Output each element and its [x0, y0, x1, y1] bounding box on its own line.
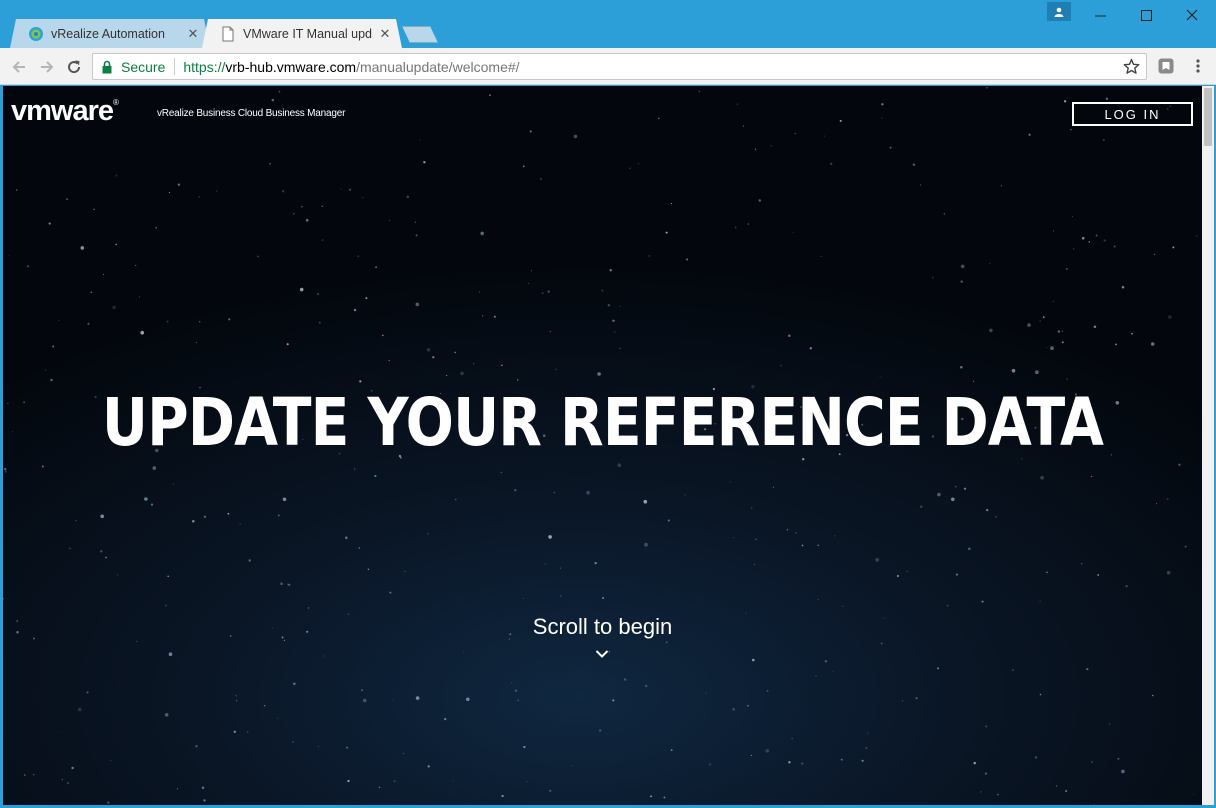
bookmark-star-icon[interactable] — [1123, 58, 1140, 75]
minimize-button[interactable] — [1077, 0, 1123, 30]
menu-icon[interactable] — [1190, 56, 1206, 76]
browser-window: vRealize Automation ✕ VMware IT Manual u… — [0, 0, 1216, 808]
logo-mark: ® — [113, 98, 119, 107]
lock-icon — [102, 60, 112, 73]
maximize-button[interactable] — [1123, 0, 1169, 30]
chevron-down-icon[interactable] — [595, 649, 609, 659]
extension-icon[interactable] — [1158, 58, 1174, 74]
browser-toolbar: Secure https://vrb-hub.vmware.com/manual… — [0, 48, 1216, 85]
tab-label: VMware IT Manual update — [243, 26, 372, 41]
tab-vmware-manual-update[interactable]: VMware IT Manual update ✕ — [202, 19, 402, 48]
title-bar: vRealize Automation ✕ VMware IT Manual u… — [0, 0, 1216, 48]
reload-button[interactable] — [63, 56, 85, 78]
forward-arrow-icon — [41, 61, 54, 73]
new-tab-button[interactable] — [402, 26, 438, 43]
close-window-button[interactable] — [1169, 0, 1215, 30]
login-button[interactable]: LOG IN — [1072, 102, 1193, 126]
back-arrow-icon — [12, 61, 25, 73]
page-title: UPDATE YOUR REFERENCE DATA — [101, 384, 1104, 461]
scroll-prompt[interactable]: Scroll to begin — [3, 614, 1202, 640]
page-icon — [222, 26, 234, 41]
url-path: /manualupdate/welcome#/ — [356, 58, 520, 75]
close-icon[interactable]: ✕ — [378, 26, 392, 41]
forward-button[interactable] — [36, 56, 58, 78]
product-subtitle: vRealize Business Cloud Business Manager — [157, 108, 346, 119]
page-content: vmware® vRealize Business Cloud Business… — [3, 86, 1202, 805]
logo-text: vmware — [11, 95, 114, 127]
address-bar[interactable]: Secure https://vrb-hub.vmware.com/manual… — [92, 53, 1147, 80]
close-icon[interactable]: ✕ — [186, 26, 200, 41]
profile-icon[interactable] — [1047, 2, 1071, 21]
url-scheme: https:// — [183, 58, 226, 75]
tab-vrealize-automation[interactable]: vRealize Automation ✕ — [10, 19, 210, 48]
globe-icon — [29, 26, 43, 41]
scrollbar-thumb[interactable] — [1204, 88, 1212, 146]
page-scrollbar[interactable] — [1202, 86, 1214, 805]
back-button[interactable] — [8, 56, 30, 78]
url-host: vrb-hub.vmware.com — [225, 58, 357, 75]
secure-label: Secure — [121, 58, 166, 75]
tab-label: vRealize Automation — [51, 26, 165, 41]
reload-icon — [68, 60, 81, 74]
vmware-logo[interactable]: vmware® — [11, 95, 119, 128]
address-divider — [174, 58, 176, 75]
